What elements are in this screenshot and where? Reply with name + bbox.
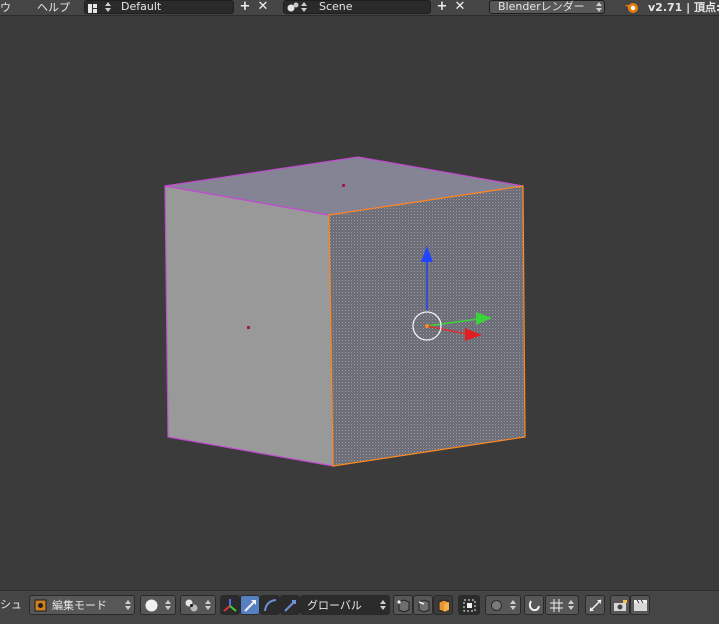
camera-icon [613,598,628,613]
version-stats: v2.71 | 頂点:4 [648,1,719,14]
face-select-icon [436,598,451,613]
clapperboard-icon [633,598,648,613]
info-header: ウ ヘルプ Default + ✕ Scene + ✕ Blenderレンダー … [0,0,719,16]
menu-window[interactable]: ウ [0,0,11,15]
manipulator-axes-icon [223,598,238,613]
scene-icon [287,2,299,16]
snap-increment-icon [549,598,564,613]
viewport-shading-selector[interactable] [140,595,176,615]
render-engine-name: Blenderレンダー [498,0,585,13]
edit-mode-icon [33,598,48,613]
orientation-label: グローバル [307,599,362,612]
proportional-updown-icon [510,600,516,610]
blender-logo-icon [624,0,640,17]
mode-label: 編集モード [52,599,107,612]
scale-icon [283,598,298,613]
left-face-center-dot [247,326,250,329]
pivot-updown-icon [205,600,211,610]
limit-selection-visible-button[interactable] [458,595,480,615]
snap-toggle-button[interactable] [524,595,544,615]
render-engine-selector[interactable]: Blenderレンダー [489,0,605,14]
mode-selector[interactable]: 編集モード [29,595,135,615]
rotate-arc-icon [263,598,278,613]
opengl-render-button[interactable] [610,595,630,615]
scale-manipulator-button[interactable] [280,595,300,615]
edge-select-button[interactable] [413,595,433,615]
vertex-select-icon [396,598,411,613]
menu-mesh[interactable]: シュ [0,595,22,614]
translate-arrow-icon [243,598,258,613]
orientation-updown-icon [380,600,386,610]
menu-help[interactable]: ヘルプ [37,0,70,15]
manipulator-toggle-button[interactable] [220,595,240,615]
remove-layout-button[interactable]: ✕ [255,0,271,14]
3d-viewport[interactable] [0,16,719,590]
screen-layout-icon [88,3,97,13]
viewport-canvas[interactable] [0,16,719,590]
occlude-geometry-icon [462,598,477,613]
solid-shading-icon [144,598,159,613]
snap-target-button[interactable] [585,595,605,615]
face-select-button[interactable] [433,595,453,615]
scene-name: Scene [319,0,353,13]
edge-select-icon [416,598,431,613]
rotate-manipulator-button[interactable] [260,595,280,615]
mode-updown-icon [125,600,131,610]
snap-updown-icon [568,600,574,610]
pivot-point-selector[interactable] [180,595,216,615]
render-engine-updown-icon [596,2,602,12]
proportional-edit-icon [489,598,504,613]
top-face-center-dot [342,184,345,187]
translate-manipulator-button[interactable] [240,595,260,615]
scene-updown-icon [301,2,307,12]
pivot-dot [425,324,429,328]
add-layout-button[interactable]: + [237,0,253,14]
proportional-editing-selector[interactable] [485,595,521,615]
snap-target-icon [588,598,603,613]
shading-updown-icon [165,600,171,610]
transform-orientation-selector[interactable]: グローバル [300,595,390,615]
screen-layout-selector[interactable]: Default [84,0,234,14]
pivot-point-icon [184,598,199,613]
magnet-icon [527,598,542,613]
remove-scene-button[interactable]: ✕ [452,0,468,14]
3d-view-header: シュ 編集モード グローバル [0,590,719,624]
scene-selector[interactable]: Scene [283,0,431,14]
add-scene-button[interactable]: + [434,0,450,14]
vertex-select-button[interactable] [393,595,413,615]
screen-layout-name: Default [121,0,162,13]
opengl-animation-render-button[interactable] [630,595,650,615]
layout-updown-icon [105,2,111,12]
snap-element-selector[interactable] [545,595,579,615]
